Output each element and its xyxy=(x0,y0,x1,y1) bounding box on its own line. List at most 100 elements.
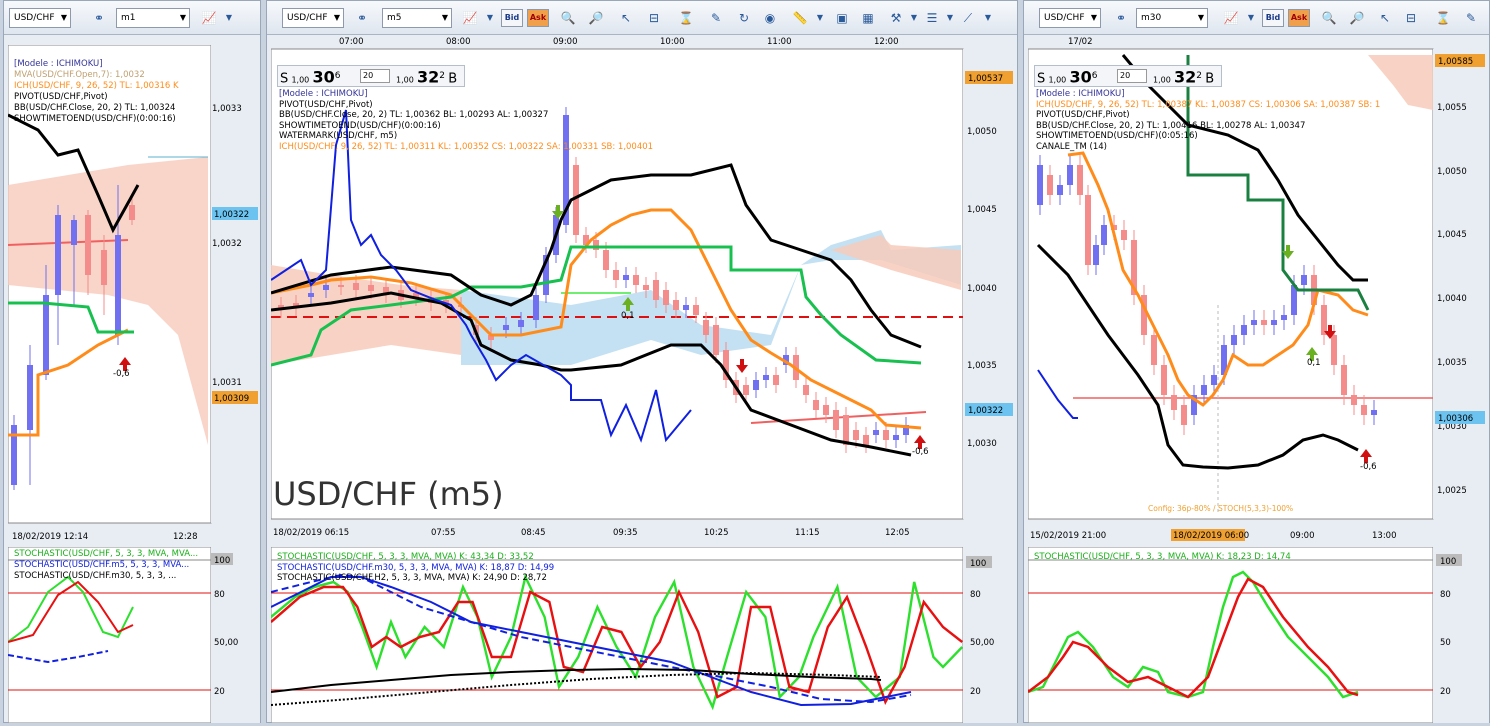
chevron-down-icon[interactable]: ▼ xyxy=(1242,9,1260,27)
draw-icon[interactable]: ⟋ xyxy=(959,9,977,27)
chevron-down-icon[interactable]: ▼ xyxy=(941,9,959,27)
candle-body xyxy=(71,220,77,245)
lines-icon[interactable]: ☰ xyxy=(923,9,941,27)
symbol-select[interactable]: USD/CHF ▼ xyxy=(1039,8,1101,28)
timeframe-select[interactable]: m1 ▼ xyxy=(116,8,190,28)
buy-price: 32 xyxy=(1174,67,1197,87)
price-chart[interactable]: 1,0033 1,0032 1,0031 1,00322 1,00309 -0,… xyxy=(7,44,260,542)
globe-icon[interactable]: ◉ xyxy=(761,9,779,27)
bid-button[interactable]: Bid xyxy=(501,9,523,27)
candle-body xyxy=(1351,395,1357,405)
table-icon[interactable]: ▦ xyxy=(859,9,877,27)
buy-button[interactable]: 1,00 322 B xyxy=(396,66,457,90)
buy-pip: 2 xyxy=(1196,71,1202,81)
sell-label: S xyxy=(280,71,289,87)
candle-body xyxy=(1331,335,1337,365)
price-tag-current: 1,00306 xyxy=(1438,414,1473,424)
ruler-icon[interactable]: 📏 xyxy=(791,9,809,27)
sell-button[interactable]: S 1,00 306 xyxy=(280,66,340,90)
buy-lot: 1,00 xyxy=(396,75,414,85)
candle-body xyxy=(613,270,619,280)
ask-button[interactable]: Ask xyxy=(1288,9,1310,27)
stochastic-chart[interactable]: 100 80 50 20 STOCHASTIC(USD/CHF, 5, 3, 3… xyxy=(1027,546,1489,724)
price-chart[interactable]: 17/02 1,0050 1,0055 1,0045 1,0040 1,0035… xyxy=(1027,35,1489,541)
candle-body xyxy=(115,235,121,335)
zoom-in-icon[interactable]: 🔍 xyxy=(1320,9,1338,27)
link-icon[interactable]: ⚭ xyxy=(353,9,371,27)
legend-line: [Modele : ICHIMOKU] xyxy=(279,89,368,99)
price-label: 1,0050 xyxy=(967,127,997,137)
cursor-icon[interactable]: ↖ xyxy=(617,9,635,27)
candle-body xyxy=(1101,225,1107,245)
timeframe-select[interactable]: m30 ▼ xyxy=(1136,8,1208,28)
link-icon[interactable]: ⚭ xyxy=(90,9,108,27)
legend-line: SHOWTIMETOEND(USD/CHF)(0:00:16) xyxy=(279,120,441,131)
candle-body xyxy=(308,293,314,297)
fit-icon[interactable]: ⊟ xyxy=(1402,9,1420,27)
candle-body xyxy=(1341,365,1347,395)
zoom-in-icon[interactable]: 🔍 xyxy=(559,9,577,27)
zoom-out-icon[interactable]: 🔎 xyxy=(587,9,605,27)
chevron-down-icon: ▼ xyxy=(60,13,67,22)
edit-icon[interactable]: ✎ xyxy=(707,9,725,27)
chevron-down-icon: ▼ xyxy=(179,13,186,22)
chart-type-icon[interactable]: 📈 xyxy=(200,9,218,27)
pivot-marker: 0,1 xyxy=(621,311,635,321)
price-label: 1,0045 xyxy=(967,205,997,215)
hourglass-icon[interactable]: ⌛ xyxy=(1434,9,1452,27)
candle-body xyxy=(683,305,689,310)
quantity-input[interactable]: 20 xyxy=(360,69,390,83)
legend-line: STOCHASTIC(USD/CHF.m30, 5, 3, 3, ... xyxy=(14,571,177,581)
stochastic-chart[interactable]: 100 80 50,00 20 STOCHASTIC(USD/CHF, 5, 3… xyxy=(7,546,260,724)
fit-icon[interactable]: ⊟ xyxy=(645,9,663,27)
chevron-down-icon[interactable]: ▼ xyxy=(481,9,499,27)
sell-pip: 6 xyxy=(1091,71,1098,81)
timeframe-select[interactable]: m5 ▼ xyxy=(382,8,452,28)
edit-icon[interactable]: ✎ xyxy=(1462,9,1480,27)
symbol-select[interactable]: USD/CHF ▼ xyxy=(282,8,344,28)
candle-body xyxy=(533,295,539,320)
link-icon[interactable]: ⚭ xyxy=(1112,9,1130,27)
hourglass-icon[interactable]: ⌛ xyxy=(677,9,695,27)
candle-body xyxy=(1151,335,1157,365)
chevron-down-icon[interactable]: ▼ xyxy=(811,9,829,27)
time-label: 08:45 xyxy=(521,528,546,538)
candle-body xyxy=(1037,165,1043,205)
sell-label: S xyxy=(1037,71,1046,87)
symbol-select[interactable]: USD/CHF ▼ xyxy=(9,8,71,28)
candle-body xyxy=(1271,320,1277,325)
chart-panel-m5: USD/CHF ▼ ⚭ m5 ▼ 📈 ▼ Bid Ask 🔍 🔎 ↖ ⊟ ⌛ ✎ ↻… xyxy=(266,0,1018,724)
candle-body xyxy=(653,280,659,300)
chart-type-icon[interactable]: 📈 xyxy=(1222,9,1240,27)
bid-button[interactable]: Bid xyxy=(1262,9,1284,27)
chevron-down-icon[interactable]: ▼ xyxy=(979,9,997,27)
candle-body xyxy=(368,285,374,291)
sell-button[interactable]: S 1,00 306 xyxy=(1037,66,1097,90)
candle-body xyxy=(1047,175,1053,195)
candle-body xyxy=(101,250,107,285)
quantity-input[interactable]: 20 xyxy=(1117,69,1147,83)
stochastic-chart[interactable]: 100 80 50,00 20 STOCHASTIC(USD/CHF, 5, 3… xyxy=(270,546,1017,724)
chart-type-icon[interactable]: 📈 xyxy=(461,9,479,27)
chevron-down-icon[interactable]: ▼ xyxy=(905,9,923,27)
zoom-out-icon[interactable]: 🔎 xyxy=(1348,9,1366,27)
price-tag-top: 1,00585 xyxy=(1438,57,1473,67)
candle-body xyxy=(1067,165,1073,185)
chevron-down-icon[interactable]: ▼ xyxy=(220,9,238,27)
price-label: 1,0035 xyxy=(967,361,997,371)
sell-lot: 1,00 xyxy=(291,75,310,85)
price-chart[interactable]: 07:00 08:00 09:00 10:00 11:00 12:00 1,00… xyxy=(270,35,1017,541)
candle-body xyxy=(763,375,769,380)
level-label: 80 xyxy=(214,590,225,600)
ask-button[interactable]: Ask xyxy=(527,9,549,27)
price-label: 1,0055 xyxy=(1437,103,1467,113)
cursor-icon[interactable]: ↖ xyxy=(1376,9,1394,27)
buy-button[interactable]: 1,00 322 B xyxy=(1153,66,1214,90)
chart-panel-m30: USD/CHF ▼ ⚭ m30 ▼ 📈 ▼ Bid Ask 🔍 🔎 ↖ ⊟ ⌛ ✎ … xyxy=(1023,0,1490,724)
refresh-icon[interactable]: ↻ xyxy=(735,9,753,27)
tools-icon[interactable]: ⚒ xyxy=(887,9,905,27)
top-time-label: 08:00 xyxy=(446,37,471,47)
image-icon[interactable]: ▣ xyxy=(833,9,851,27)
legend-line: BB(USD/CHF.Close, 20, 2) TL: 1,00416 BL:… xyxy=(1036,120,1306,131)
candle-body xyxy=(753,380,759,390)
